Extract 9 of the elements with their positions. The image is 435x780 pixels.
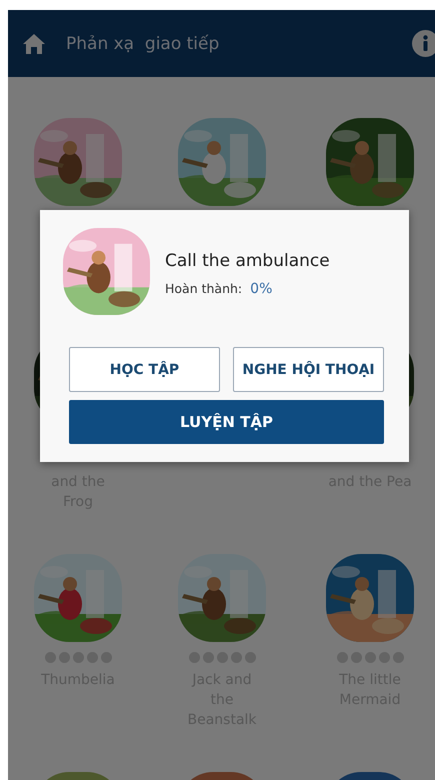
mode-button[interactable]: HỌC TẬP <box>69 347 220 392</box>
screen-title: Phản xạ giao tiếp <box>66 34 220 54</box>
practice-button[interactable]: LUYỆN TẬP <box>69 400 384 444</box>
home-icon[interactable] <box>22 32 46 54</box>
info-icon[interactable] <box>412 30 435 57</box>
progress-value: 0% <box>250 280 272 296</box>
progress-label: Hoàn thành: <box>165 280 242 296</box>
mode-button[interactable]: NGHE HỘI THOẠI <box>233 347 384 392</box>
lesson-name: Call the ambulance <box>165 250 330 270</box>
